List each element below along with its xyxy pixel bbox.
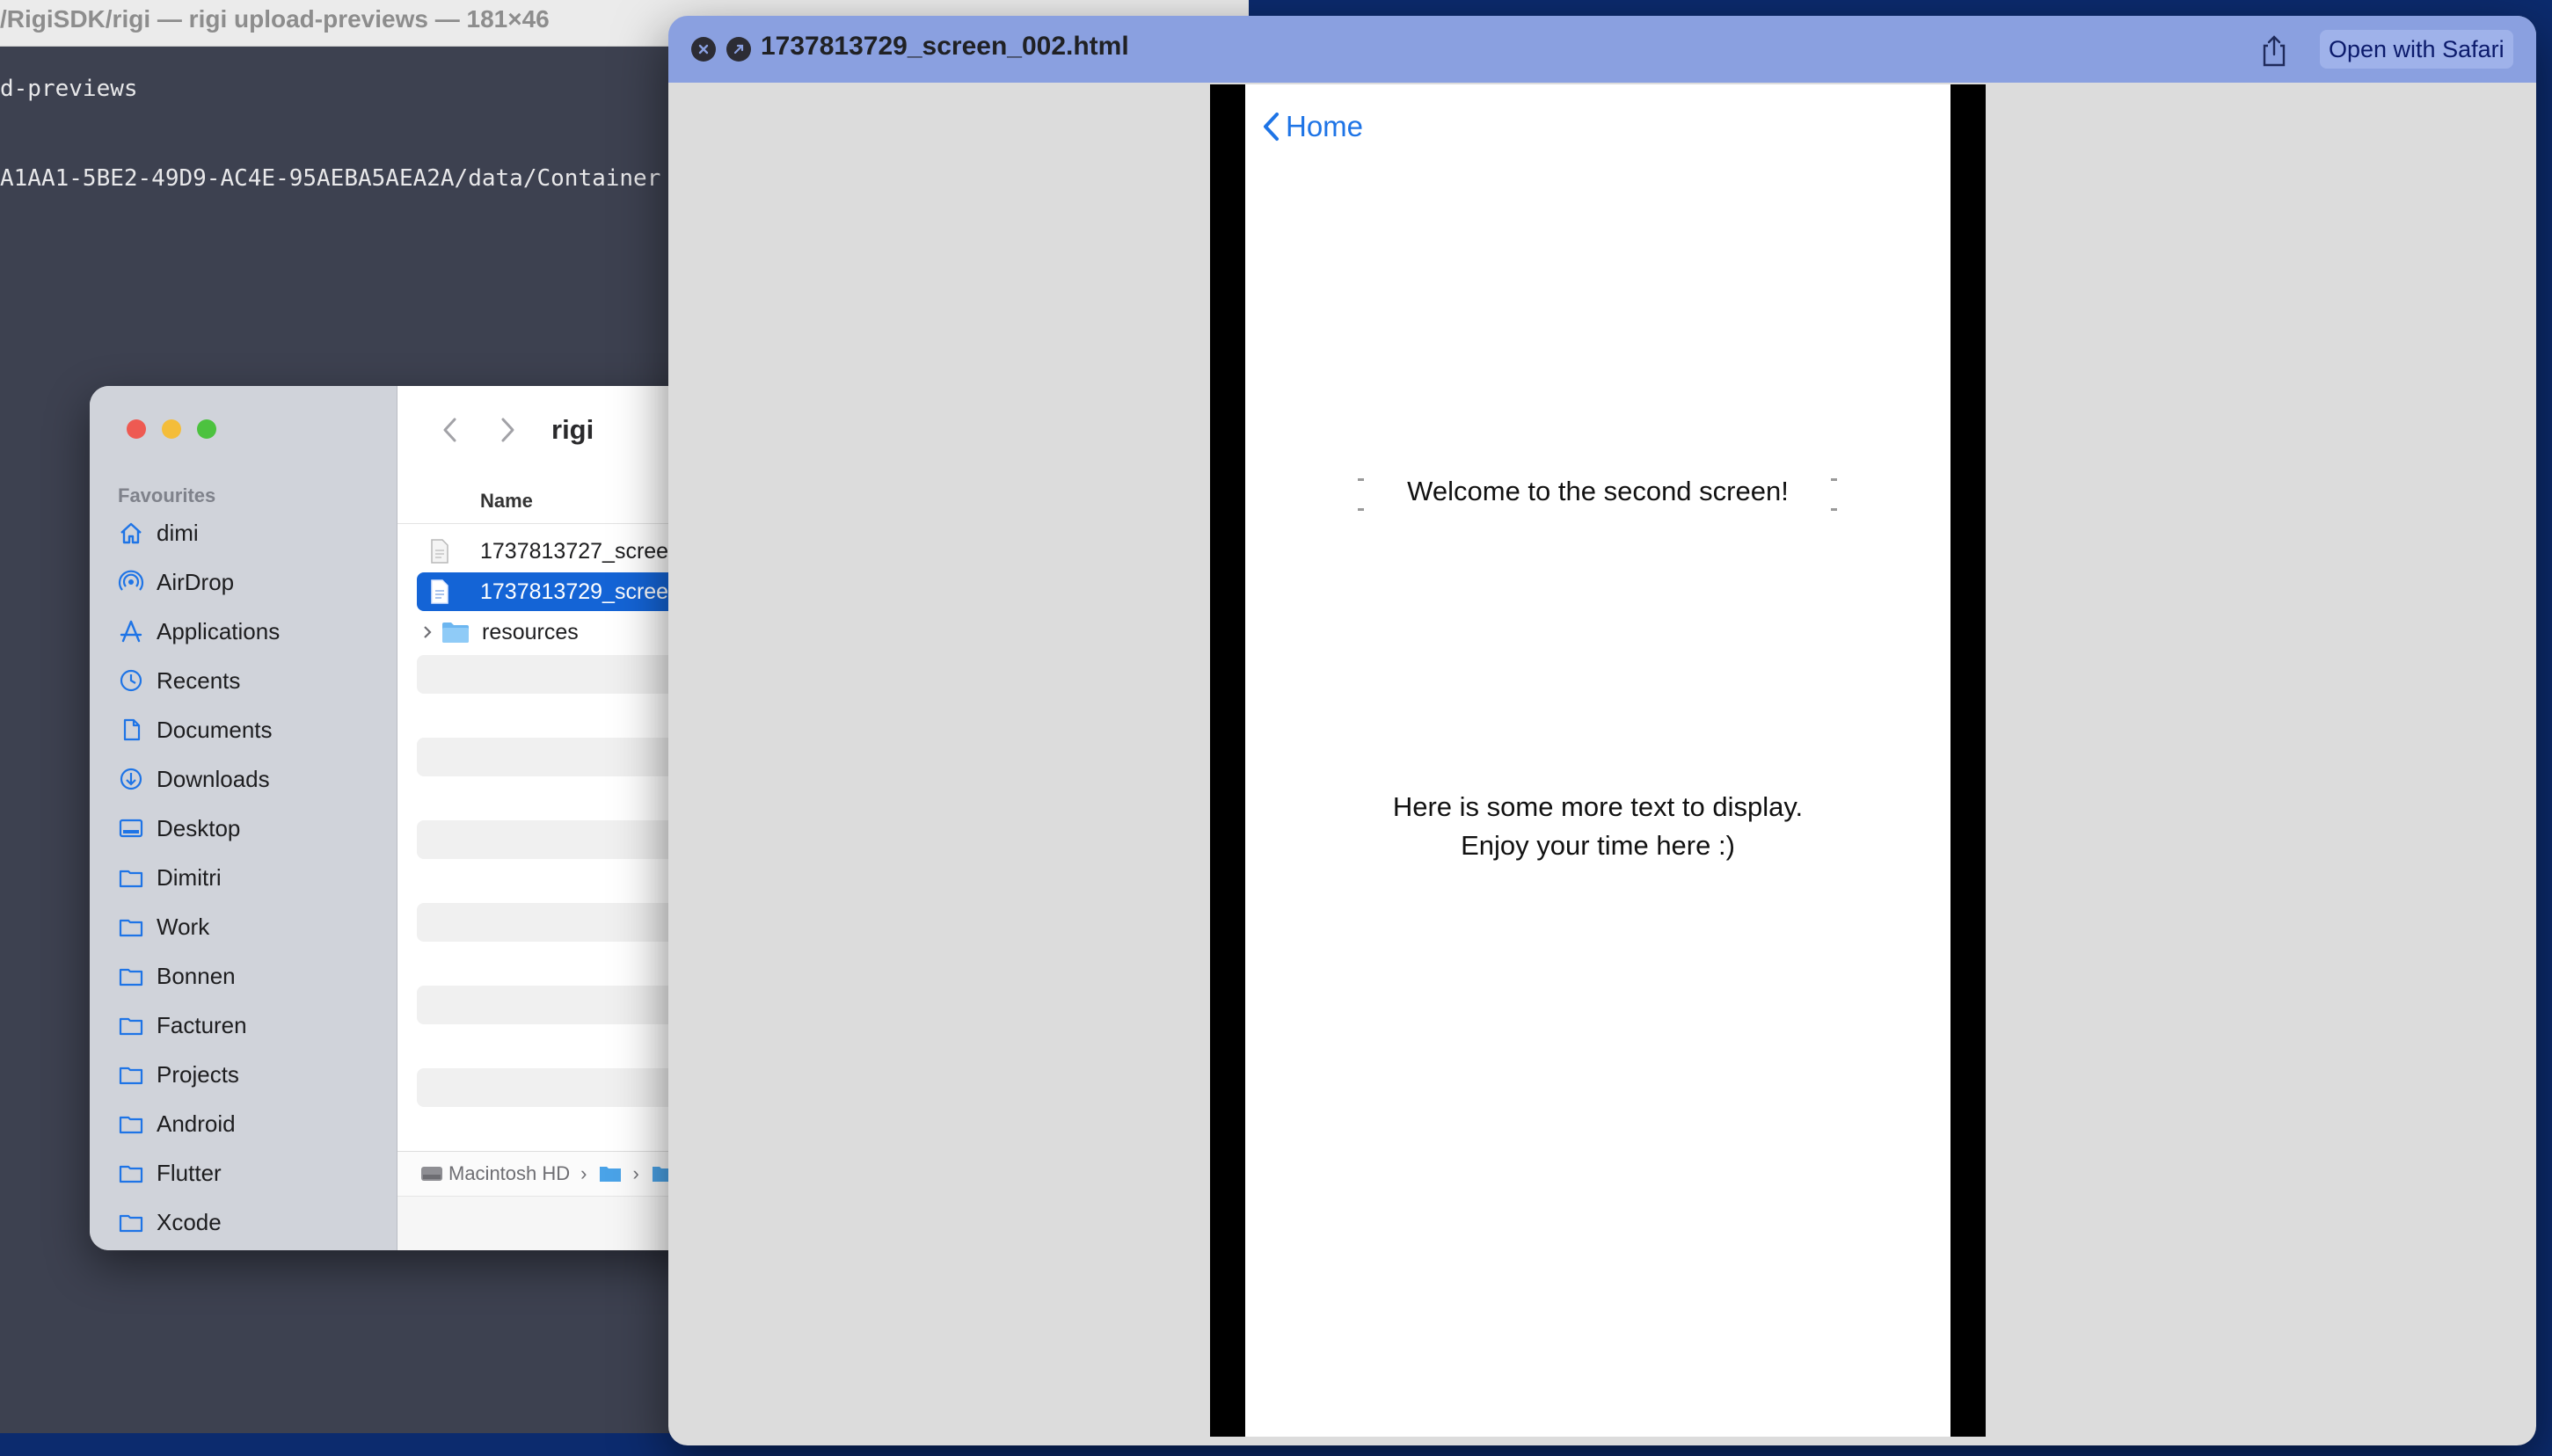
body-text-line-2: Enjoy your time here :) (1461, 830, 1735, 861)
zoom-window-button[interactable] (197, 419, 216, 439)
folder-icon (116, 1158, 146, 1188)
sidebar-item-desktop[interactable]: Desktop (116, 810, 380, 847)
sidebar-item-label: Applications (157, 617, 281, 644)
tick-mark (1831, 508, 1837, 511)
home-back-link[interactable]: Home (1259, 109, 1363, 144)
sidebar-item-label: dimi (157, 519, 199, 546)
sidebar-heading-favourites: Favourites (118, 484, 216, 506)
chevron-left-icon (1264, 113, 1279, 141)
folder-icon (116, 912, 146, 942)
finder-sidebar: Favourites dimi AirDrop Applications Rec… (90, 386, 397, 1250)
share-icon[interactable] (2258, 33, 2290, 69)
sidebar-item-downloads[interactable]: Downloads (116, 761, 380, 797)
folder-icon[interactable] (599, 1164, 622, 1183)
path-separator-icon: › (580, 1162, 587, 1184)
sidebar-item-label: AirDrop (157, 568, 235, 595)
sidebar-item-projects[interactable]: Projects (116, 1056, 380, 1093)
sidebar-item-label: Projects (157, 1060, 239, 1088)
folder-icon (116, 863, 146, 892)
preview-area: Home Welcome to the second screen! Here … (677, 84, 2527, 1437)
sidebar-item-facturen[interactable]: Facturen (116, 1007, 380, 1044)
minimize-window-button[interactable] (162, 419, 181, 439)
home-icon (116, 518, 146, 548)
sidebar-item-bonnen[interactable]: Bonnen (116, 957, 380, 994)
document-icon (116, 715, 146, 745)
body-text: Here is some more text to display. Enjoy… (1245, 788, 1950, 865)
phone-screen: Home Welcome to the second screen! Here … (1245, 84, 1950, 1437)
folder-title: rigi (551, 414, 594, 445)
folder-icon (116, 961, 146, 991)
folder-icon (116, 1207, 146, 1237)
sidebar-item-airdrop[interactable]: AirDrop (116, 564, 380, 601)
forward-button[interactable] (490, 412, 525, 448)
sidebar-item-label: Work (157, 913, 210, 940)
close-button[interactable] (691, 37, 716, 62)
close-icon (698, 44, 709, 55)
chevron-left-icon (443, 418, 456, 442)
welcome-text: Welcome to the second screen! (1407, 476, 1789, 506)
sidebar-item-label: Downloads (157, 765, 270, 792)
sidebar-item-label: Flutter (157, 1159, 222, 1186)
close-window-button[interactable] (127, 419, 146, 439)
sidebar-item-label: Recents (157, 666, 241, 694)
sidebar-item-xcode[interactable]: Xcode (116, 1204, 380, 1241)
folder-icon (116, 1109, 146, 1139)
sidebar-item-dimi[interactable]: dimi (116, 514, 380, 551)
airdrop-icon (116, 567, 146, 597)
desktop-icon (116, 813, 146, 843)
folder-icon (438, 621, 473, 644)
sidebar-item-android[interactable]: Android (116, 1105, 380, 1142)
clock-icon (116, 666, 146, 695)
body-text-line-1: Here is some more text to display. (1392, 791, 1804, 822)
quick-look-toolbar: 1737813729_screen_002.html Open with Saf… (668, 16, 2536, 83)
sidebar-item-label: Dimitri (157, 863, 222, 891)
terminal-title: /RigiSDK/rigi — rigi upload-previews — 1… (0, 5, 550, 33)
folder-icon (116, 1059, 146, 1089)
home-back-label: Home (1286, 110, 1364, 142)
terminal-line-1: d-previews (0, 76, 138, 102)
sidebar-item-documents[interactable]: Documents (116, 711, 380, 748)
fullscreen-button[interactable] (726, 37, 751, 62)
hard-drive-icon (420, 1164, 443, 1183)
sidebar-item-recents[interactable]: Recents (116, 662, 380, 699)
chevron-right-icon (501, 418, 514, 442)
open-with-safari-button[interactable]: Open with Safari (2320, 30, 2513, 69)
sidebar-item-work[interactable]: Work (116, 908, 380, 945)
sidebar-item-flutter[interactable]: Flutter (116, 1154, 380, 1191)
download-icon (116, 764, 146, 794)
quick-look-window[interactable]: 1737813729_screen_002.html Open with Saf… (668, 16, 2536, 1445)
expand-icon (733, 44, 744, 55)
sidebar-item-label: Xcode (157, 1208, 222, 1235)
disclosure-chevron-icon[interactable] (417, 623, 438, 641)
back-button[interactable] (433, 412, 468, 448)
applications-icon (116, 616, 146, 646)
sidebar-item-label: Documents (157, 716, 273, 743)
path-item-macintosh-hd[interactable]: Macintosh HD (448, 1162, 570, 1185)
column-header-name[interactable]: Name (480, 490, 533, 513)
html-file-icon (417, 579, 463, 604)
sidebar-item-label: Android (157, 1110, 236, 1137)
quick-look-title: 1737813729_screen_002.html (761, 32, 1129, 61)
sidebar-item-label: Bonnen (157, 962, 236, 989)
sidebar-item-label: Desktop (157, 814, 241, 841)
folder-icon (116, 1010, 146, 1040)
file-name: resources (482, 619, 579, 644)
html-file-icon (417, 539, 463, 564)
sidebar-item-dimitri[interactable]: Dimitri (116, 859, 380, 896)
sidebar-item-label: Facturen (157, 1011, 247, 1038)
path-separator-icon: › (632, 1162, 639, 1184)
terminal-line-2: A1AA1-5BE2-49D9-AC4E-95AEBA5AEA2A/data/C… (0, 165, 661, 192)
tick-mark (1358, 508, 1364, 511)
sidebar-item-applications[interactable]: Applications (116, 613, 380, 650)
phone-frame: Home Welcome to the second screen! Here … (1210, 84, 1986, 1437)
